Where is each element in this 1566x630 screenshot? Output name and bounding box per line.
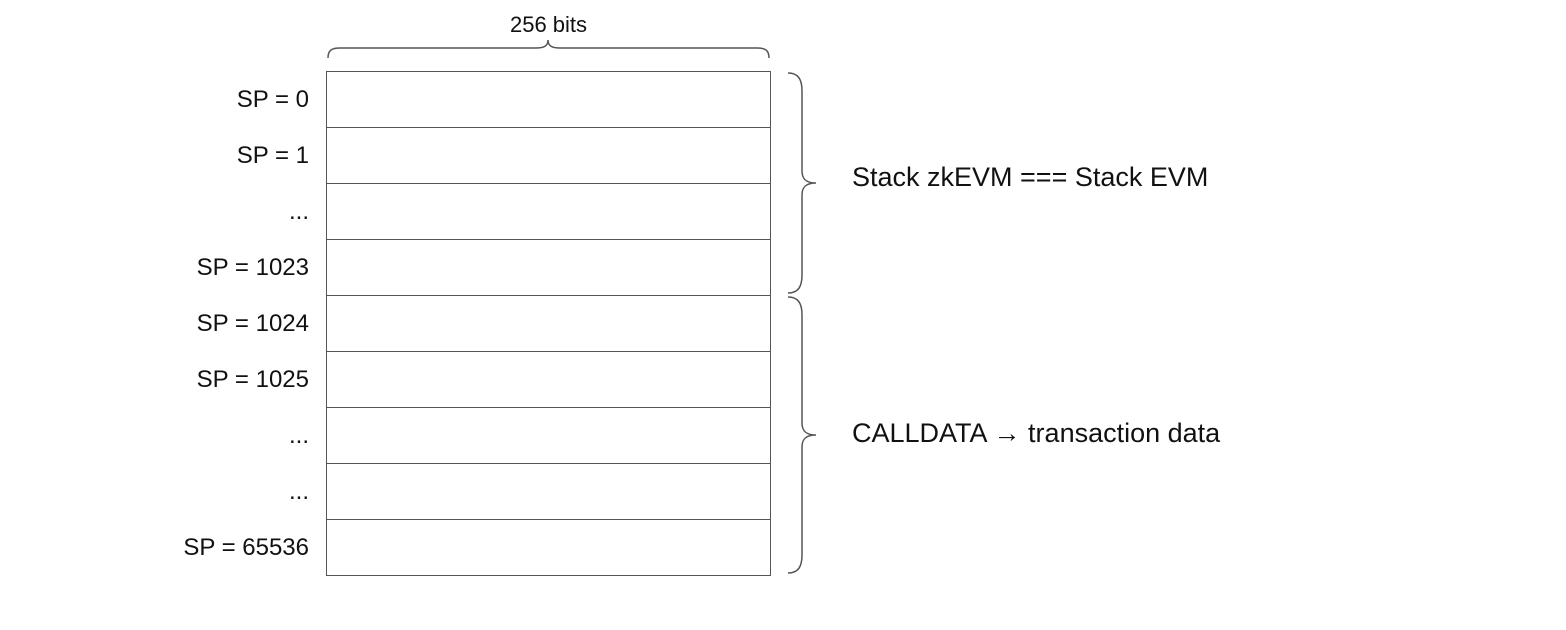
diagram-container: 256 bits SP = 0 SP = 1 ... SP = 1023 SP … <box>0 0 1566 630</box>
sp-label: SP = 1023 <box>197 254 309 282</box>
stack-row: ... <box>327 184 770 240</box>
top-horizontal-brace <box>326 40 771 60</box>
stack-row: SP = 1023 <box>327 240 770 296</box>
right-brace-bottom <box>782 295 832 575</box>
sp-label: SP = 1025 <box>197 366 309 394</box>
sp-label: SP = 65536 <box>183 534 309 562</box>
stack-row: ... <box>327 464 770 520</box>
stack-row: SP = 0 <box>327 72 770 128</box>
stack-row: ... <box>327 408 770 464</box>
stack-row: SP = 1025 <box>327 352 770 408</box>
stack-row: SP = 65536 <box>327 520 770 576</box>
sp-label-ellipsis: ... <box>289 478 309 506</box>
sp-label: SP = 0 <box>237 86 309 114</box>
stack-row: SP = 1 <box>327 128 770 184</box>
sp-label-ellipsis: ... <box>289 422 309 450</box>
annotation-calldata: CALLDATA → transaction data <box>852 418 1220 449</box>
annotation-stack-equivalence: Stack zkEVM === Stack EVM <box>852 162 1208 193</box>
sp-label-ellipsis: ... <box>289 198 309 226</box>
width-label: 256 bits <box>326 12 771 38</box>
sp-label: SP = 1024 <box>197 310 309 338</box>
stack-memory-table: SP = 0 SP = 1 ... SP = 1023 SP = 1024 SP… <box>326 71 771 576</box>
sp-label: SP = 1 <box>237 142 309 170</box>
stack-row: SP = 1024 <box>327 296 770 352</box>
right-brace-top <box>782 71 832 295</box>
